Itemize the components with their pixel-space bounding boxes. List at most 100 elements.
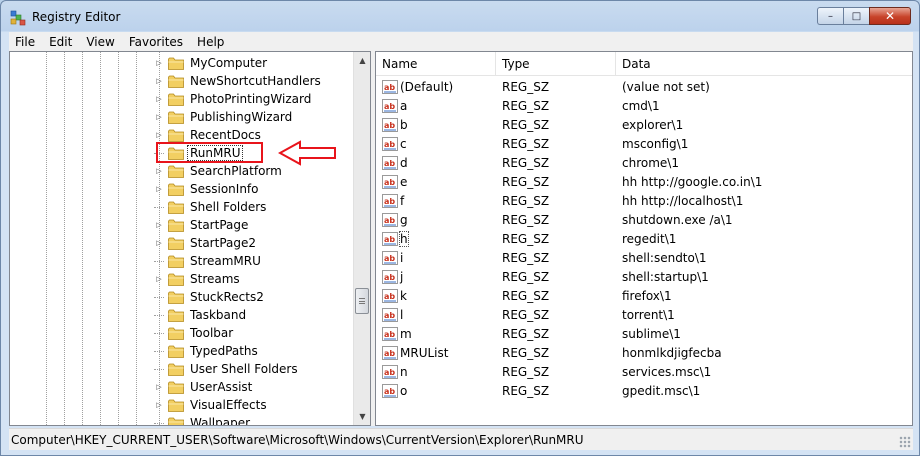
value-name-text: g [400, 213, 408, 227]
tree-item-label: Toolbar [190, 326, 234, 340]
string-value-icon: ab [382, 251, 398, 265]
close-button[interactable]: ✕ [869, 7, 911, 25]
value-name: i [400, 251, 504, 265]
svg-text:ab: ab [384, 83, 395, 92]
tree-item-label: PublishingWizard [190, 110, 293, 124]
menu-file[interactable]: File [9, 35, 42, 49]
tree-item[interactable]: StuckRects2 [154, 288, 266, 306]
value-name: f [400, 194, 504, 208]
tree-item-label: Wallpaper [190, 416, 251, 425]
value-row[interactable]: ab c REG_SZ msconfig\1 [376, 135, 912, 153]
value-data: regedit\1 [622, 232, 677, 246]
expand-arrow-icon[interactable]: ▷ [154, 270, 164, 288]
tree-item[interactable]: ▷ UserAssist [154, 378, 254, 396]
value-data: explorer\1 [622, 118, 684, 132]
value-type: REG_SZ [502, 308, 550, 322]
minimize-button[interactable]: – [817, 7, 843, 25]
expand-arrow-icon[interactable]: ▷ [154, 54, 164, 72]
string-value-icon: ab [382, 232, 398, 246]
expand-arrow-icon[interactable]: ▷ [154, 396, 164, 414]
value-row[interactable]: ab i REG_SZ shell:sendto\1 [376, 249, 912, 267]
value-row[interactable]: ab k REG_SZ firefox\1 [376, 287, 912, 305]
menu-edit[interactable]: Edit [42, 35, 79, 49]
column-header-type[interactable]: Type [496, 52, 616, 76]
tree-item-label: Streams [190, 272, 240, 286]
tree-item[interactable]: Toolbar [154, 324, 235, 342]
title-bar[interactable]: Registry Editor – □ ✕ [1, 1, 919, 31]
value-row[interactable]: ab l REG_SZ torrent\1 [376, 306, 912, 324]
grip-icon [359, 298, 365, 304]
tree-item[interactable]: ▷ SessionInfo [154, 180, 261, 198]
column-header-name[interactable]: Name [376, 52, 496, 76]
expand-arrow-icon[interactable]: ▷ [154, 108, 164, 126]
folder-icon [168, 93, 184, 106]
size-grip-icon[interactable] [899, 436, 911, 448]
menu-view[interactable]: View [79, 35, 121, 49]
tree-item[interactable]: ▷ SearchPlatform [154, 162, 284, 180]
tree-item[interactable]: User Shell Folders [154, 360, 300, 378]
scroll-up-arrow-icon[interactable]: ▲ [354, 52, 370, 69]
value-row[interactable]: ab o REG_SZ gpedit.msc\1 [376, 382, 912, 400]
tree-connector [154, 314, 164, 316]
value-name-text: l [400, 308, 404, 322]
value-row[interactable]: ab g REG_SZ shutdown.exe /a\1 [376, 211, 912, 229]
tree-item[interactable]: ▷ Streams [154, 270, 242, 288]
scroll-down-arrow-icon[interactable]: ▼ [354, 408, 370, 425]
tree-item[interactable]: TypedPaths [154, 342, 260, 360]
menu-favorites[interactable]: Favorites [122, 35, 190, 49]
tree-item[interactable]: Wallpaper [154, 414, 252, 425]
value-row[interactable]: ab h REG_SZ regedit\1 [376, 230, 912, 248]
tree-item-label: Taskband [190, 308, 247, 322]
value-row[interactable]: ab f REG_SZ hh http://localhost\1 [376, 192, 912, 210]
expand-arrow-icon[interactable]: ▷ [154, 180, 164, 198]
expand-arrow-icon[interactable]: ▷ [154, 72, 164, 90]
tree-item[interactable]: ▷ VisualEffects [154, 396, 269, 414]
value-name-text: e [400, 175, 408, 189]
value-name-text: i [400, 251, 404, 265]
column-header-data[interactable]: Data [616, 52, 912, 76]
tree-item[interactable]: Shell Folders [154, 198, 268, 216]
value-row[interactable]: ab m REG_SZ sublime\1 [376, 325, 912, 343]
tree-item[interactable]: ▷ StartPage [154, 216, 250, 234]
scroll-thumb[interactable] [355, 288, 369, 314]
tree-vertical-scrollbar[interactable]: ▲ ▼ [353, 52, 370, 425]
folder-icon [168, 345, 184, 358]
value-row[interactable]: ab MRUList REG_SZ honmlkdjigfecba [376, 344, 912, 362]
tree-view: ▷ MyComputer ▷ NewShortcutHandlers ▷ PhotoPri… [10, 52, 354, 425]
tree-guide-line [82, 52, 83, 425]
value-type: REG_SZ [502, 346, 550, 360]
tree-item[interactable]: ▷ MyComputer [154, 54, 269, 72]
tree-item[interactable]: ▷ StartPage2 [154, 234, 258, 252]
value-name: a [400, 99, 504, 113]
tree-item-label: PhotoPrintingWizard [190, 92, 312, 106]
value-row[interactable]: ab e REG_SZ hh http://google.co.in\1 [376, 173, 912, 191]
tree-item-label: UserAssist [190, 380, 253, 394]
tree-item[interactable]: ▷ PhotoPrintingWizard [154, 90, 313, 108]
tree-item-label: VisualEffects [190, 398, 267, 412]
value-row[interactable]: ab d REG_SZ chrome\1 [376, 154, 912, 172]
tree-item[interactable]: ▷ NewShortcutHandlers [154, 72, 323, 90]
tree-item[interactable]: ▷ PublishingWizard [154, 108, 294, 126]
string-value-icon: ab [382, 194, 398, 208]
value-row[interactable]: ab j REG_SZ shell:startup\1 [376, 268, 912, 286]
value-row[interactable]: ab (Default) REG_SZ (value not set) [376, 78, 912, 96]
value-row[interactable]: ab n REG_SZ services.msc\1 [376, 363, 912, 381]
tree-connector [154, 422, 164, 424]
tree-item[interactable]: StreamMRU [154, 252, 263, 270]
value-name: h [399, 231, 504, 247]
expand-arrow-icon[interactable]: ▷ [154, 162, 164, 180]
value-type: REG_SZ [502, 118, 550, 132]
value-type: REG_SZ [502, 384, 550, 398]
maximize-button[interactable]: □ [843, 7, 869, 25]
tree-item[interactable]: Taskband [154, 306, 248, 324]
value-type: REG_SZ [502, 365, 550, 379]
expand-arrow-icon[interactable]: ▷ [154, 234, 164, 252]
value-name: (Default) [400, 80, 504, 94]
value-type: REG_SZ [502, 194, 550, 208]
expand-arrow-icon[interactable]: ▷ [154, 378, 164, 396]
value-row[interactable]: ab b REG_SZ explorer\1 [376, 116, 912, 134]
value-row[interactable]: ab a REG_SZ cmd\1 [376, 97, 912, 115]
expand-arrow-icon[interactable]: ▷ [154, 90, 164, 108]
expand-arrow-icon[interactable]: ▷ [154, 216, 164, 234]
menu-help[interactable]: Help [190, 35, 231, 49]
